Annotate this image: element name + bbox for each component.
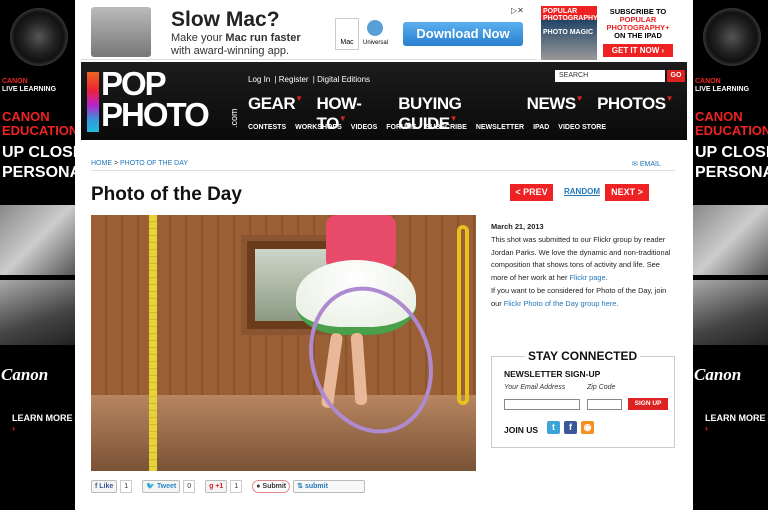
gplus-count: 1 (230, 480, 243, 493)
flickr-page-link[interactable]: Flickr page (569, 273, 605, 282)
tweet-button[interactable]: 🐦 Tweet (142, 480, 181, 493)
photo-caption: March 21, 2013 This shot was submitted t… (491, 221, 676, 311)
page: Slow Mac? Make your Mac run faster with … (75, 0, 693, 510)
reddit-submit-button[interactable]: ⇅ submit (293, 480, 366, 493)
login-link[interactable]: Log In (248, 75, 270, 84)
breadcrumb-home[interactable]: HOME (91, 160, 112, 167)
register-link[interactable]: Register (279, 75, 309, 84)
ad-body: Make your Mac run faster with award-winn… (171, 32, 301, 57)
mac-badge: Mac (335, 18, 359, 50)
subnav-forums[interactable]: FORUMS (386, 124, 416, 131)
next-button[interactable]: NEXT > (605, 184, 649, 201)
email-label: Your Email Address (504, 384, 566, 391)
twitter-icon[interactable]: t (547, 421, 560, 434)
learn-more-link[interactable]: LEARN MORE › (12, 413, 75, 433)
learn-more-link[interactable]: LEARN MORE › (705, 413, 768, 433)
sign-up-button[interactable]: SIGN UP (628, 398, 668, 410)
laptop-image (91, 7, 151, 57)
email-field[interactable] (504, 399, 580, 410)
canon-education-text: CANON EDUCATION (695, 109, 768, 138)
tweet-count: 0 (183, 480, 196, 493)
flickr-group-link[interactable]: Flickr Photo of the Day group here (504, 299, 617, 308)
canon-live-learning: CANON LIVE LEARNING (695, 78, 750, 93)
magazine-cover: POPULAR PHOTOGRAPHY PHOTO MAGIC (541, 6, 598, 60)
ad-photo (0, 280, 75, 345)
ad-headline: Slow Mac? (171, 8, 280, 31)
camera-image (703, 8, 761, 66)
subnav-contests[interactable]: CONTESTS (248, 124, 286, 131)
zip-label: Zip Code (587, 384, 616, 391)
site-header: POP PHOTO .com Log In | Register | Digita… (81, 62, 687, 140)
prev-button[interactable]: < PREV (510, 184, 553, 201)
universal-badge: Universal (363, 18, 388, 50)
logo-color-bar (87, 72, 99, 132)
top-ad-banner[interactable]: Slow Mac? Make your Mac run faster with … (81, 4, 679, 60)
subnav-workshops[interactable]: WORKSHOPS (295, 124, 342, 131)
divider (91, 170, 675, 171)
stay-connected-title: STAY CONNECTED (525, 349, 641, 363)
envelope-icon: ✉ (632, 161, 638, 168)
canon-logo: Canon (694, 365, 742, 384)
canon-live-learning: CANON LIVE LEARNING (2, 78, 57, 93)
ad-photo (0, 205, 75, 275)
subscribe-text: SUBSCRIBE TO POPULAR PHOTOGRAPHY+ ON THE I… (606, 7, 670, 40)
breadcrumb-current[interactable]: PHOTO OF THE DAY (120, 160, 188, 167)
google-plus-button[interactable]: g +1 (205, 480, 228, 493)
stumbleupon-submit-button[interactable]: ● Submit (252, 480, 291, 493)
caption-date: March 21, 2013 (491, 222, 544, 231)
sub-nav: CONTESTS WORKSHOPS VIDEOS FORUMS SUBSCRI… (248, 124, 615, 131)
page-title: Photo of the Day (91, 184, 242, 205)
get-it-now-button[interactable]: GET IT NOW › (603, 44, 673, 57)
account-links: Log In | Register | Digital Editions (248, 75, 371, 84)
subnav-subscribe[interactable]: SUBSCRIBE (426, 124, 467, 131)
ad-photo (693, 280, 768, 345)
subnav-video-store[interactable]: VIDEO STORE (558, 124, 606, 131)
facebook-icon[interactable]: f (564, 421, 577, 434)
random-link[interactable]: RANDOM (564, 187, 600, 196)
subnav-videos[interactable]: VIDEOS (351, 124, 377, 131)
search-input[interactable]: SEARCH (555, 70, 665, 82)
email-link[interactable]: ✉ EMAIL (632, 160, 661, 168)
popphoto-logo[interactable]: POP PHOTO .com (87, 67, 239, 134)
like-count: 1 (120, 480, 133, 493)
ad-choices-icon[interactable]: ▷✕ (511, 6, 524, 15)
camera-image (10, 8, 68, 66)
breadcrumb: HOME > PHOTO OF THE DAY (91, 160, 189, 167)
photo-of-the-day-image (91, 215, 476, 471)
digital-editions-link[interactable]: Digital Editions (317, 75, 370, 84)
canon-logo: Canon (1, 365, 49, 384)
right-side-ad[interactable]: CANON LIVE LEARNING CANON EDUCATION UP CL… (693, 0, 768, 510)
newsletter-heading: NEWSLETTER SIGN-UP (504, 369, 601, 379)
search-go-button[interactable]: GO (667, 70, 685, 82)
zip-field[interactable] (587, 399, 622, 410)
ad-photo (693, 205, 768, 275)
popphoto-ipad-ad[interactable]: POPULAR PHOTOGRAPHY PHOTO MAGIC SUBSCRIBE… (537, 6, 679, 60)
download-now-button[interactable]: Download Now (403, 22, 523, 46)
subnav-ipad[interactable]: IPAD (533, 124, 549, 131)
canon-education-text: CANON EDUCATION (2, 109, 79, 138)
left-side-ad[interactable]: CANON LIVE LEARNING CANON EDUCATION UP CL… (0, 0, 91, 510)
up-close-text: UP CLOSE PERSONAL (695, 144, 768, 181)
stay-connected-box: STAY CONNECTED NEWSLETTER SIGN-UP Your E… (491, 349, 675, 448)
join-us-label: JOIN US (504, 425, 539, 435)
subnav-newsletter[interactable]: NEWSLETTER (476, 124, 524, 131)
share-bar: f Like 1 🐦 Tweet 0 g +1 1 ● Submit ⇅ sub… (91, 480, 368, 493)
facebook-like-button[interactable]: f Like (91, 480, 118, 493)
rss-icon[interactable]: ◉ (581, 421, 594, 434)
